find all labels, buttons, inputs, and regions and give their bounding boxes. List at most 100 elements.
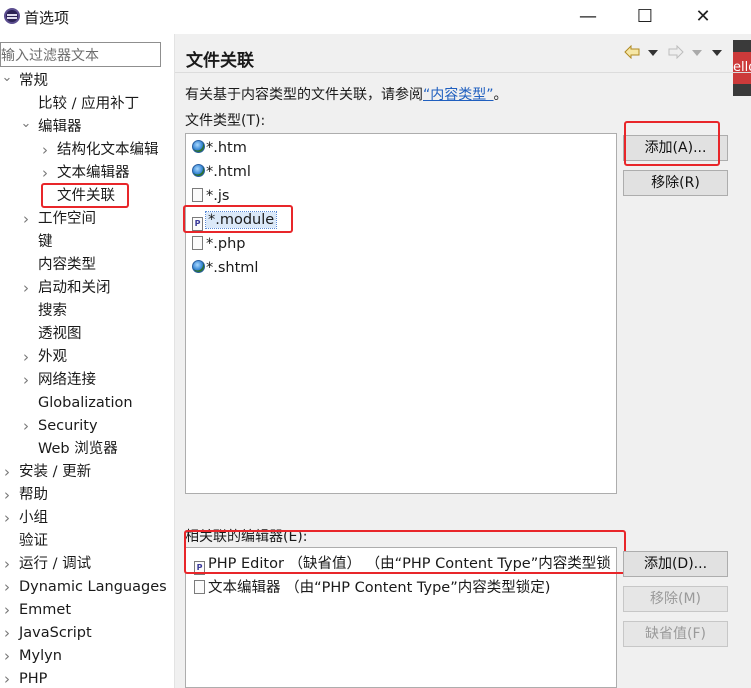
preference-tree: 常规比较 / 应用补丁编辑器结构化文本编辑文本编辑器文件关联工作空间键内容类型启…	[0, 70, 176, 688]
tree-item-label: Dynamic Languages	[19, 579, 167, 595]
highlight-file-associations	[41, 183, 129, 208]
default-editor-button[interactable]: 缺省值(F)	[623, 621, 728, 647]
file-type-label: *.shtml	[206, 260, 259, 276]
expand-chevron-icon[interactable]	[1, 553, 13, 576]
tree-item-label: 常规	[19, 73, 48, 89]
remove-file-type-button[interactable]: 移除(R)	[623, 170, 728, 196]
tree-item-label: 搜索	[38, 303, 67, 319]
tree-item-label: 安装 / 更新	[19, 464, 92, 480]
highlight-php-editor	[184, 530, 626, 574]
tree-item-label: 小组	[19, 510, 48, 526]
tree-item-label: 验证	[19, 533, 48, 549]
tree-item-label: 网络连接	[38, 372, 96, 388]
file-type-label: *.php	[206, 236, 246, 252]
collapse-chevron-icon[interactable]	[20, 116, 32, 139]
expand-chevron-icon[interactable]	[1, 507, 13, 530]
background-window-tab: ello	[733, 52, 751, 84]
tree-item-label: JavaScript	[19, 625, 92, 641]
expand-chevron-icon[interactable]	[20, 277, 32, 300]
remove-editor-button[interactable]: 移除(M)	[623, 586, 728, 612]
expand-chevron-icon[interactable]	[1, 645, 13, 668]
file-types-label: 文件类型(T):	[185, 113, 266, 129]
filter-input[interactable]: 输入过滤器文本	[0, 42, 161, 67]
file-type-item[interactable]: *.htm	[192, 137, 247, 159]
tree-item-label: Emmet	[19, 602, 72, 618]
expand-chevron-icon[interactable]	[1, 576, 13, 599]
expand-chevron-icon[interactable]	[1, 599, 13, 622]
expand-chevron-icon[interactable]	[1, 668, 13, 688]
globe-icon	[192, 164, 205, 177]
tree-item-label: 比较 / 应用补丁	[38, 96, 140, 112]
tree-item-label: 透视图	[38, 326, 82, 342]
expand-chevron-icon[interactable]	[39, 162, 51, 185]
file-icon	[192, 188, 203, 202]
editor-item[interactable]: 文本编辑器 （由“PHP Content Type”内容类型锁定)	[194, 577, 550, 599]
text-file-icon	[194, 580, 205, 594]
forward-menu-icon[interactable]	[692, 50, 702, 56]
page-title: 文件关联	[186, 51, 254, 71]
globe-icon	[192, 140, 205, 153]
title-separator	[175, 72, 751, 73]
expand-chevron-icon[interactable]	[1, 622, 13, 645]
close-button[interactable]: ✕	[680, 0, 726, 32]
title-bar: 首选项 — ☐ ✕	[0, 0, 751, 34]
expand-chevron-icon[interactable]	[20, 208, 32, 231]
editor-label: 文本编辑器 （由“PHP Content Type”内容类型锁定)	[208, 580, 551, 596]
tree-item-label: 文本编辑器	[57, 165, 130, 181]
expand-chevron-icon[interactable]	[20, 369, 32, 392]
highlight-add-button	[624, 121, 720, 166]
maximize-button[interactable]: ☐	[622, 0, 668, 32]
eclipse-icon	[4, 8, 20, 24]
window-title: 首选项	[24, 9, 70, 27]
highlight-module-entry	[183, 205, 293, 233]
expand-chevron-icon[interactable]	[20, 415, 32, 438]
file-icon	[192, 236, 203, 250]
tree-item-label: 外观	[38, 349, 67, 365]
forward-arrow-icon[interactable]	[668, 45, 684, 59]
file-type-item[interactable]: *.php	[192, 233, 245, 255]
expand-chevron-icon[interactable]	[1, 461, 13, 484]
tree-item-label: 帮助	[19, 487, 48, 503]
minimize-button[interactable]: —	[565, 0, 611, 32]
tree-item-label: Web 浏览器	[38, 441, 118, 457]
tree-item-label: Mylyn	[19, 648, 62, 664]
tree-item-label: 结构化文本编辑	[57, 142, 159, 158]
expand-chevron-icon[interactable]	[20, 346, 32, 369]
content-types-link[interactable]: “内容类型”	[423, 87, 494, 103]
tree-item-label: 编辑器	[38, 119, 82, 135]
tree-item-label: 启动和关闭	[38, 280, 111, 296]
collapse-chevron-icon[interactable]	[1, 70, 13, 93]
view-menu-icon[interactable]	[712, 50, 722, 56]
file-types-list[interactable]: *.htm *.html *.js P *.module *.php *.shtml	[185, 133, 617, 494]
file-type-label: *.html	[206, 164, 251, 180]
tree-item-label: Security	[38, 418, 98, 434]
file-type-label: *.js	[206, 188, 230, 204]
tree-item-label: Globalization	[38, 395, 133, 411]
page-nav-toolbar	[624, 42, 724, 64]
page-description: 有关基于内容类型的文件关联，请参阅“内容类型”。	[185, 84, 508, 104]
file-type-label: *.htm	[206, 140, 247, 156]
file-type-item[interactable]: *.js	[192, 185, 229, 207]
description-suffix: 。	[493, 87, 508, 103]
expand-chevron-icon[interactable]	[1, 484, 13, 507]
tree-item-label: 键	[38, 234, 53, 250]
description-text: 有关基于内容类型的文件关联，请参阅	[185, 87, 423, 103]
globe-icon	[192, 260, 205, 273]
file-type-item[interactable]: *.shtml	[192, 257, 258, 279]
file-type-item[interactable]: *.html	[192, 161, 251, 183]
back-arrow-icon[interactable]	[624, 45, 640, 59]
add-editor-button[interactable]: 添加(D)...	[623, 551, 728, 577]
tree-item-label: PHP	[19, 671, 48, 687]
tree-item-label: 工作空间	[38, 211, 96, 227]
back-menu-icon[interactable]	[648, 50, 658, 56]
expand-chevron-icon[interactable]	[39, 139, 51, 162]
tree-item-label: 内容类型	[38, 257, 96, 273]
